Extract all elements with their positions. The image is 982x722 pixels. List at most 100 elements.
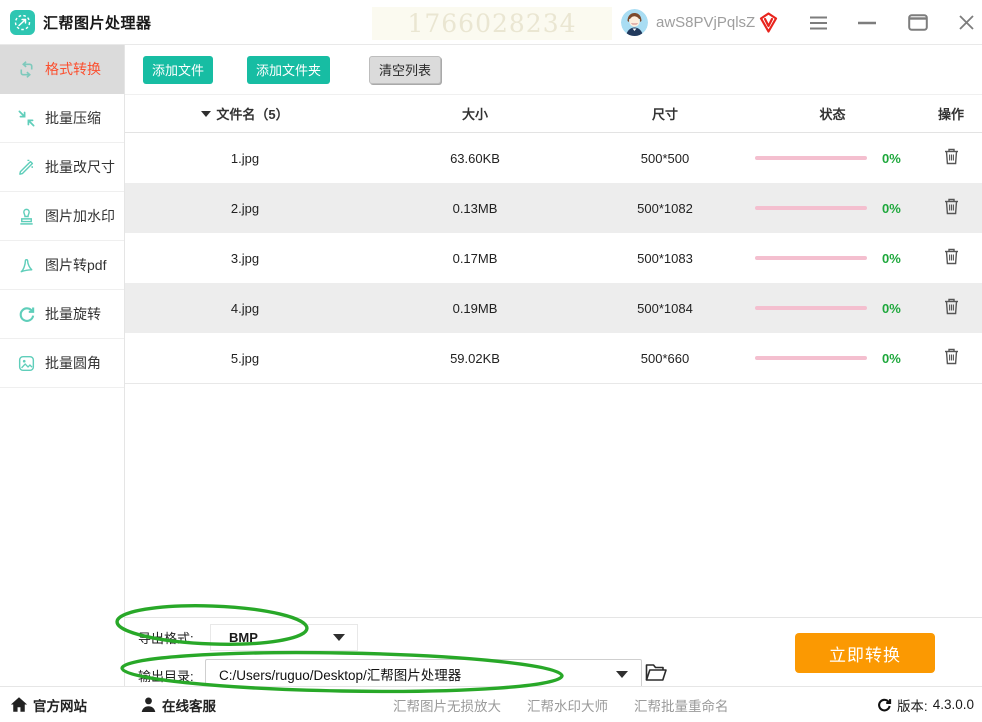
table-row: 2.jpg 0.13MB 500*1082 0% bbox=[125, 183, 982, 233]
titlebar: 汇帮图片处理器 1766028234 awS8PVjPqlsZ bbox=[0, 0, 982, 45]
version-info[interactable]: 版本: 4.3.0.0 bbox=[876, 687, 974, 722]
sidebar-item-label: 图片转pdf bbox=[45, 257, 107, 273]
delete-file-button[interactable] bbox=[944, 148, 959, 165]
app-logo-icon bbox=[10, 10, 35, 35]
column-header-filename[interactable]: 文件名（5） bbox=[125, 104, 365, 123]
rounded-corner-icon bbox=[17, 354, 36, 373]
app-identity: 汇帮图片处理器 bbox=[10, 0, 152, 45]
sidebar-item-label: 批量压缩 bbox=[45, 110, 101, 126]
output-dir-value: C:/Users/ruguo/Desktop/汇帮图片处理器 bbox=[219, 668, 462, 683]
official-website-link[interactable]: 官方网站 bbox=[10, 687, 87, 722]
status-cell: 0% bbox=[745, 351, 920, 366]
menu-icon[interactable] bbox=[806, 0, 830, 45]
online-support-link[interactable]: 在线客服 bbox=[140, 687, 216, 722]
check-update-icon bbox=[878, 698, 892, 711]
column-header-status: 状态 bbox=[819, 107, 846, 122]
convert-now-button[interactable]: 立即转换 bbox=[795, 633, 935, 673]
link-lossless-enlarge[interactable]: 汇帮图片无损放大 bbox=[393, 695, 501, 715]
file-dimensions-cell: 500*1084 bbox=[637, 300, 693, 316]
sidebar-item-image-to-pdf[interactable]: 图片转pdf bbox=[0, 241, 124, 290]
output-dir-combobox[interactable]: C:/Users/ruguo/Desktop/汇帮图片处理器 bbox=[205, 659, 642, 689]
file-name-cell: 1.jpg bbox=[230, 150, 260, 166]
column-header-dimensions: 尺寸 bbox=[651, 107, 678, 122]
progress-bar bbox=[755, 206, 867, 210]
batch-resize-icon bbox=[17, 158, 36, 177]
sidebar-item-label: 批量改尺寸 bbox=[45, 159, 115, 175]
sidebar-item-batch-compress[interactable]: 批量压缩 bbox=[0, 94, 124, 143]
watermark-overlay: 1766028234 bbox=[372, 7, 612, 40]
username-label: awS8PVjPqlsZ bbox=[656, 14, 756, 31]
add-folder-button[interactable]: 添加文件夹 bbox=[247, 55, 331, 84]
status-cell: 0% bbox=[745, 251, 920, 266]
minimize-button[interactable] bbox=[855, 0, 879, 45]
maximize-button[interactable] bbox=[906, 0, 930, 45]
main-content: 添加文件 添加文件夹 清空列表 文件名（5） 大小 尺寸 状态 操作 1.jpg… bbox=[125, 45, 982, 689]
export-format-label: 导出格式: bbox=[138, 631, 194, 646]
sidebar-item-label: 图片加水印 bbox=[45, 208, 115, 224]
progress-percent: 0% bbox=[882, 200, 901, 216]
export-format-value: BMP bbox=[229, 630, 258, 645]
link-watermark-master[interactable]: 汇帮水印大师 bbox=[527, 695, 608, 715]
image-to-pdf-icon bbox=[17, 256, 36, 275]
add-file-button[interactable]: 添加文件 bbox=[143, 55, 214, 84]
version-value: 4.3.0.0 bbox=[932, 697, 974, 712]
progress-bar bbox=[755, 256, 867, 260]
user-avatar[interactable] bbox=[621, 9, 648, 36]
progress-bar bbox=[755, 156, 867, 160]
batch-rotate-icon bbox=[17, 305, 36, 324]
link-batch-rename[interactable]: 汇帮批量重命名 bbox=[634, 695, 729, 715]
person-icon bbox=[141, 697, 156, 713]
sidebar: 格式转换 批量压缩 批量改尺寸 图片加水印 图片转pdf 批量旋转 批量圆角 bbox=[0, 45, 125, 686]
clear-list-button[interactable]: 清空列表 bbox=[369, 55, 442, 84]
chevron-down-icon bbox=[616, 670, 628, 678]
browse-folder-button[interactable] bbox=[645, 663, 667, 682]
table-row: 4.jpg 0.19MB 500*1084 0% bbox=[125, 283, 982, 333]
delete-file-button[interactable] bbox=[944, 348, 959, 365]
status-cell: 0% bbox=[745, 301, 920, 316]
toolbar: 添加文件 添加文件夹 清空列表 bbox=[125, 45, 982, 95]
delete-file-button[interactable] bbox=[944, 248, 959, 265]
file-size-cell: 59.02KB bbox=[450, 350, 500, 366]
chevron-down-icon bbox=[333, 634, 345, 641]
file-dimensions-cell: 500*1082 bbox=[637, 200, 693, 216]
file-dimensions-cell: 500*660 bbox=[640, 350, 690, 366]
progress-percent: 0% bbox=[882, 350, 901, 366]
output-settings-panel: 导出格式: BMP 输出目录: C:/Users/ruguo/Desktop/汇… bbox=[125, 617, 982, 689]
file-name-cell: 5.jpg bbox=[230, 350, 260, 366]
add-watermark-icon bbox=[17, 207, 36, 226]
sort-descending-icon bbox=[201, 110, 212, 117]
file-size-cell: 0.13MB bbox=[452, 200, 498, 216]
watermark-text: 1766028234 bbox=[407, 9, 577, 38]
export-format-select[interactable]: BMP bbox=[210, 624, 358, 651]
close-button[interactable] bbox=[954, 0, 978, 45]
progress-bar bbox=[755, 306, 867, 310]
sidebar-item-rounded-corner[interactable]: 批量圆角 bbox=[0, 339, 124, 388]
delete-file-button[interactable] bbox=[944, 298, 959, 315]
status-cell: 0% bbox=[745, 201, 920, 216]
sidebar-item-label: 批量圆角 bbox=[45, 355, 101, 371]
app-window: 汇帮图片处理器 1766028234 awS8PVjPqlsZ 格式转换 批量压… bbox=[0, 0, 982, 721]
vip-badge-icon[interactable] bbox=[757, 11, 780, 34]
status-cell: 0% bbox=[745, 151, 920, 166]
footer: 官方网站 在线客服 汇帮图片无损放大 汇帮水印大师 汇帮批量重命名 版本: 4.… bbox=[0, 686, 982, 721]
progress-percent: 0% bbox=[882, 150, 901, 166]
sidebar-item-add-watermark[interactable]: 图片加水印 bbox=[0, 192, 124, 241]
sidebar-item-format-convert[interactable]: 格式转换 bbox=[0, 45, 124, 94]
table-row: 1.jpg 63.60KB 500*500 0% bbox=[125, 133, 982, 183]
partner-links: 汇帮图片无损放大 汇帮水印大师 汇帮批量重命名 bbox=[393, 687, 729, 722]
app-title: 汇帮图片处理器 bbox=[43, 15, 152, 32]
column-header-size: 大小 bbox=[461, 107, 488, 122]
file-list: 1.jpg 63.60KB 500*500 0% 2.jpg 0.13MB 50… bbox=[125, 133, 982, 384]
delete-file-button[interactable] bbox=[944, 198, 959, 215]
table-header: 文件名（5） 大小 尺寸 状态 操作 bbox=[125, 95, 982, 133]
file-name-cell: 4.jpg bbox=[230, 300, 260, 316]
table-row: 3.jpg 0.17MB 500*1083 0% bbox=[125, 233, 982, 283]
batch-compress-icon bbox=[17, 109, 36, 128]
file-size-cell: 0.19MB bbox=[452, 300, 498, 316]
progress-bar bbox=[755, 356, 867, 360]
file-name-cell: 3.jpg bbox=[230, 250, 260, 266]
sidebar-item-batch-rotate[interactable]: 批量旋转 bbox=[0, 290, 124, 339]
file-size-cell: 0.17MB bbox=[452, 250, 498, 266]
empty-list-area bbox=[125, 384, 982, 617]
sidebar-item-batch-resize[interactable]: 批量改尺寸 bbox=[0, 143, 124, 192]
